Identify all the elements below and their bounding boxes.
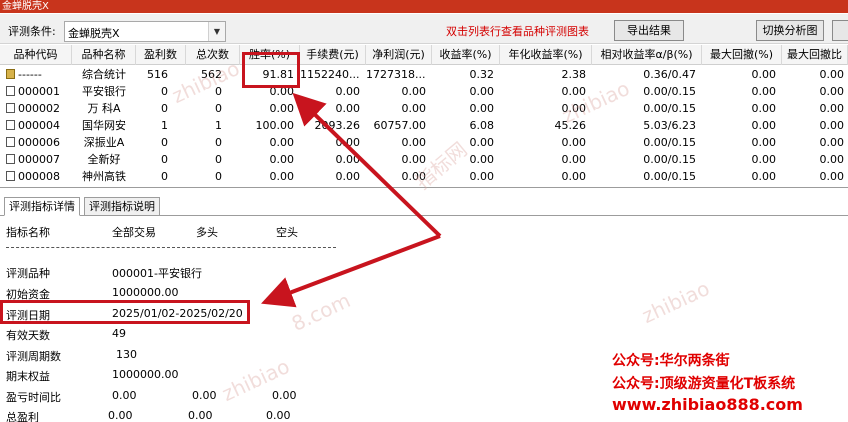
promo-line-1: 公众号:华尔两条街	[612, 353, 730, 369]
promo-url: www.zhibiao888.com	[612, 395, 803, 414]
arrow-to-win-rate	[292, 92, 442, 238]
arrow-to-date	[261, 234, 441, 308]
promo-line-2: 公众号:顶级游资量化T板系统	[612, 376, 796, 392]
